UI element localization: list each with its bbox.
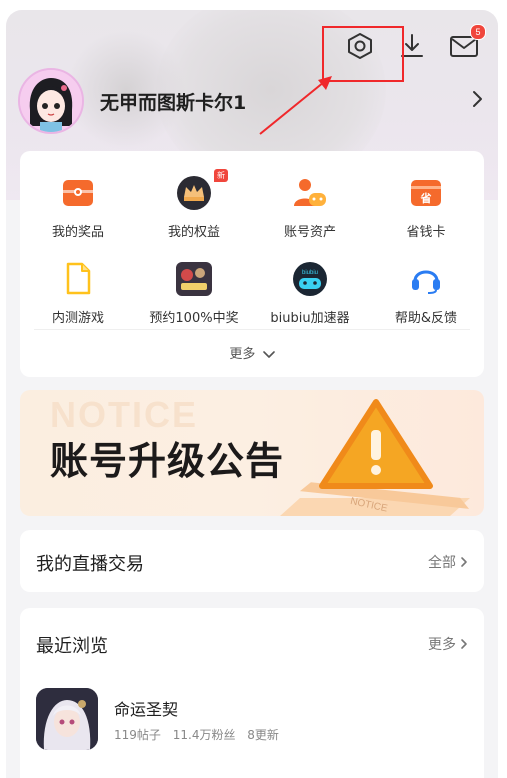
- grid-item-account-assets[interactable]: 账号资产: [252, 173, 368, 240]
- game-name[interactable]: 命运圣契: [114, 696, 178, 720]
- username[interactable]: 无甲而图斯卡尔1: [100, 88, 246, 115]
- grid-label: 省钱卡: [406, 225, 446, 240]
- grid-item-savings-card[interactable]: 省 省钱卡: [368, 173, 484, 240]
- avatar[interactable]: [18, 68, 84, 134]
- crown-avatar-icon: 新: [174, 169, 228, 213]
- game-thumbnail-icon: [174, 259, 214, 299]
- grid-item-help-feedback[interactable]: 帮助&反馈: [368, 259, 484, 326]
- feature-row-2: 内测游戏 预约100%中奖 biubiu biubiu加速器 帮助&反馈: [20, 259, 484, 326]
- grid-label: 我的奖品: [51, 225, 104, 240]
- svg-text:biubiu: biubiu: [302, 270, 318, 276]
- chevron-right-small-icon: [461, 639, 467, 649]
- grid-label: 帮助&反馈: [394, 311, 458, 326]
- grid-item-my-benefits[interactable]: 新 我的权益: [136, 169, 252, 240]
- feature-grid-card: 我的奖品 新 我的权益 账号资产 省 省钱卡 内测游戏 预约100%中奖 biu…: [20, 151, 484, 377]
- feature-row-1: 我的奖品 新 我的权益 账号资产 省 省钱卡: [20, 169, 484, 240]
- headset-icon: [406, 259, 446, 299]
- grid-label: 内测游戏: [51, 311, 104, 326]
- biubiu-accelerator-icon: biubiu: [290, 259, 330, 299]
- recent-more-link[interactable]: 更多: [428, 634, 468, 654]
- grid-item-beta-games[interactable]: 内测游戏: [20, 259, 136, 326]
- chevron-right-icon[interactable]: [470, 89, 484, 113]
- live-trade-card[interactable]: 我的直播交易 全部: [20, 530, 484, 592]
- grid-label: 我的权益: [167, 225, 220, 240]
- grid-label: 账号资产: [283, 225, 336, 240]
- grid-divider: [34, 329, 470, 330]
- profile-row[interactable]: 无甲而图斯卡尔1: [18, 66, 488, 136]
- game-icon[interactable]: [36, 688, 98, 750]
- live-trade-title: 我的直播交易: [36, 554, 144, 575]
- account-assets-icon: [290, 173, 330, 213]
- recent-more-label: 更多: [428, 637, 456, 653]
- live-trade-all-link[interactable]: 全部: [428, 552, 468, 572]
- svg-text:省: 省: [420, 191, 432, 205]
- recent-browse-card: 最近浏览 更多 命运圣契 119帖子 11.4万粉丝 8更新: [20, 608, 484, 778]
- grid-label: 预约100%中奖: [149, 311, 239, 326]
- mail-badge: 5: [470, 24, 486, 40]
- game-posts: 119帖子: [114, 728, 161, 742]
- savings-card-icon: 省: [406, 173, 446, 213]
- grid-item-biubiu-accelerator[interactable]: biubiu biubiu加速器: [252, 259, 368, 326]
- recent-title: 最近浏览: [36, 636, 108, 657]
- more-button[interactable]: 更多: [20, 343, 484, 362]
- mail-icon[interactable]: 5: [448, 24, 486, 62]
- gift-box-icon: [58, 173, 98, 213]
- game-fans: 11.4万粉丝: [172, 728, 236, 742]
- new-tag: 新: [214, 169, 228, 182]
- more-label: 更多: [229, 347, 256, 362]
- document-icon: [58, 259, 98, 299]
- notice-banner[interactable]: NOTICE 账号升级公告 NOTICE: [20, 390, 484, 516]
- warning-sign-icon: NOTICE: [280, 399, 470, 516]
- banner-title: 账号升级公告: [50, 439, 285, 483]
- grid-label: biubiu加速器: [270, 311, 350, 326]
- game-meta: 119帖子 11.4万粉丝 8更新: [114, 726, 279, 743]
- game-updates: 8更新: [247, 728, 279, 742]
- live-trade-all-label: 全部: [428, 555, 456, 571]
- grid-item-my-prizes[interactable]: 我的奖品: [20, 173, 136, 240]
- chevron-down-icon: [262, 350, 275, 358]
- app-screen: 5 无甲而图斯卡尔1 我的奖品 新 我的权益 账号资产 省 省钱卡 内测游戏 预…: [6, 10, 498, 778]
- grid-item-reservation-prize[interactable]: 预约100%中奖: [136, 259, 252, 326]
- chevron-right-small-icon: [461, 557, 467, 567]
